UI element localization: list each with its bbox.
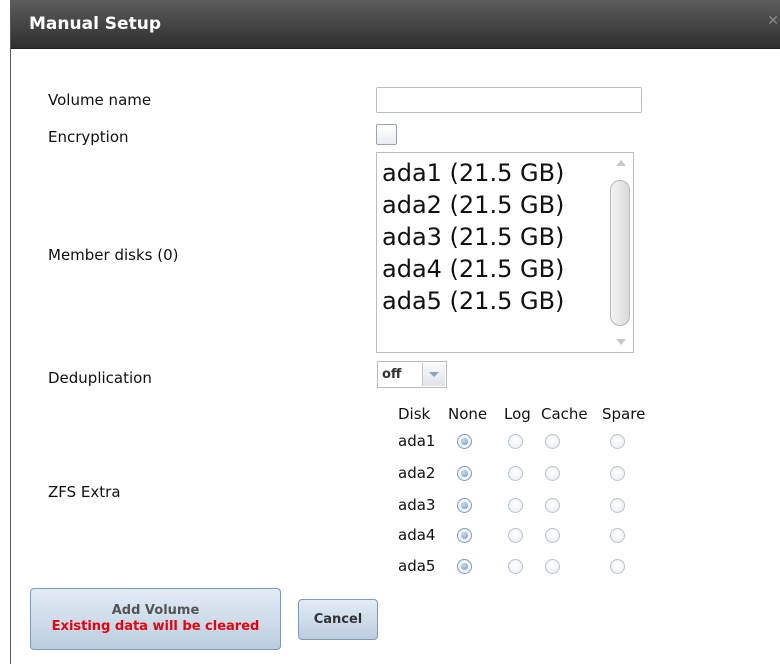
radio-cache[interactable] (545, 466, 560, 481)
zfs-header-disk: Disk (398, 405, 431, 423)
encryption-label: Encryption (48, 128, 129, 146)
radio-log[interactable] (508, 466, 523, 481)
zfs-header-none: None (448, 405, 488, 423)
dropdown-button[interactable] (422, 363, 445, 386)
radio-cache[interactable] (545, 498, 560, 513)
zfs-row-disk: ada3 (398, 496, 436, 514)
radio-log[interactable] (508, 559, 523, 574)
radio-spare[interactable] (610, 466, 625, 481)
dialog-title: Manual Setup (29, 14, 161, 34)
deduplication-select[interactable]: off (377, 361, 447, 388)
member-disks-listbox[interactable]: ada1 (21.5 GB) ada2 (21.5 GB) ada3 (21.5… (376, 152, 634, 353)
volume-name-input[interactable] (376, 87, 642, 113)
volume-name-label: Volume name (48, 91, 152, 109)
zfs-header-spare: Spare (602, 405, 646, 423)
zfs-row-disk: ada5 (398, 557, 436, 575)
radio-spare[interactable] (610, 434, 625, 449)
deduplication-value: off (382, 367, 402, 382)
radio-cache[interactable] (545, 528, 560, 543)
cancel-button[interactable]: Cancel (298, 599, 378, 640)
radio-none[interactable] (457, 434, 472, 449)
radio-cache[interactable] (545, 434, 560, 449)
member-disk-option[interactable]: ada5 (21.5 GB) (382, 286, 564, 316)
scroll-up-icon[interactable] (616, 160, 626, 166)
scroll-down-icon[interactable] (616, 339, 626, 345)
encryption-checkbox[interactable] (376, 124, 397, 145)
radio-none[interactable] (457, 528, 472, 543)
radio-cache[interactable] (545, 559, 560, 574)
zfs-header-log: Log (504, 405, 531, 423)
zfs-row-disk: ada1 (398, 432, 436, 450)
add-volume-warning: Existing data will be cleared (51, 619, 260, 634)
radio-log[interactable] (508, 434, 523, 449)
radio-log[interactable] (508, 498, 523, 513)
radio-spare[interactable] (610, 528, 625, 543)
close-icon[interactable]: ✕ (767, 13, 779, 29)
radio-none[interactable] (457, 559, 472, 574)
zfs-row-disk: ada4 (398, 526, 436, 544)
manual-setup-dialog: Manual Setup ✕ Volume name Encryption Me… (10, 0, 780, 664)
listbox-scrollbar[interactable] (609, 153, 633, 352)
member-disk-option[interactable]: ada3 (21.5 GB) (382, 222, 564, 252)
add-volume-button[interactable]: Add Volume Existing data will be cleared (30, 588, 281, 650)
zfs-extra-label: ZFS Extra (48, 483, 121, 501)
radio-spare[interactable] (610, 498, 625, 513)
deduplication-label: Deduplication (48, 369, 152, 387)
add-volume-label: Add Volume (111, 603, 200, 618)
radio-none[interactable] (457, 466, 472, 481)
member-disk-option[interactable]: ada4 (21.5 GB) (382, 254, 564, 284)
member-disk-option[interactable]: ada2 (21.5 GB) (382, 190, 564, 220)
member-disks-label: Member disks (0) (48, 246, 179, 264)
radio-none[interactable] (457, 498, 472, 513)
scroll-thumb[interactable] (610, 180, 630, 326)
chevron-down-icon (429, 372, 439, 377)
zfs-header-cache: Cache (541, 405, 588, 423)
member-disk-option[interactable]: ada1 (21.5 GB) (382, 158, 564, 188)
radio-spare[interactable] (610, 559, 625, 574)
dialog-titlebar[interactable]: Manual Setup ✕ (11, 0, 780, 49)
zfs-row-disk: ada2 (398, 464, 436, 482)
radio-log[interactable] (508, 528, 523, 543)
